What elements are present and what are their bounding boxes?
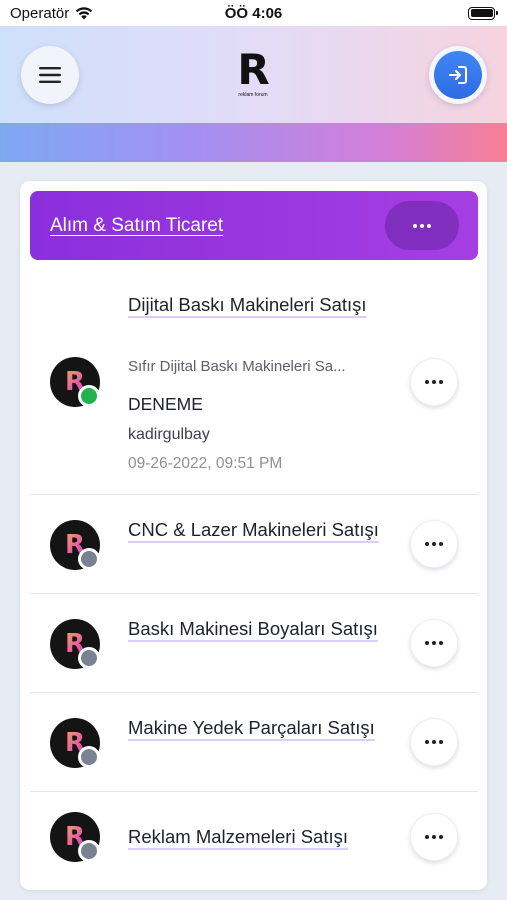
forum-avatar: R bbox=[50, 520, 100, 570]
forum-more-button[interactable] bbox=[410, 813, 458, 861]
wifi-icon bbox=[76, 7, 93, 20]
clock: ÖÖ 4:06 bbox=[224, 4, 283, 22]
forum-description: Sıfır Dijital Baskı Makineleri Sa... bbox=[128, 358, 346, 375]
status-left: Operatör bbox=[10, 5, 93, 22]
logout-button-inner bbox=[434, 51, 482, 99]
forum-avatar: R bbox=[50, 718, 100, 768]
app-header: R reklam forum bbox=[0, 26, 507, 123]
forum-title[interactable]: Makine Yedek Parçaları Satışı bbox=[128, 713, 388, 743]
offline-status-dot bbox=[78, 548, 100, 570]
forum-avatar: R bbox=[50, 357, 100, 407]
logo-subtitle: reklam forum bbox=[238, 92, 268, 98]
forum-category-card: Alım & Satım Ticaret R Dijital Baskı Mak… bbox=[20, 181, 487, 890]
category-header[interactable]: Alım & Satım Ticaret bbox=[30, 191, 478, 260]
ellipsis-icon bbox=[425, 835, 443, 839]
ellipsis-icon bbox=[425, 380, 443, 384]
gradient-banner bbox=[0, 123, 507, 162]
logo-letter: R bbox=[237, 45, 269, 94]
online-status-dot bbox=[78, 385, 100, 407]
forum-row[interactable]: R Makine Yedek Parçaları Satışı bbox=[30, 693, 478, 792]
forum-avatar: R bbox=[50, 619, 100, 669]
forum-title[interactable]: CNC & Lazer Makineleri Satışı bbox=[128, 515, 388, 545]
carrier-label: Operatör bbox=[10, 4, 70, 22]
offline-status-dot bbox=[78, 840, 100, 862]
forum-title[interactable]: Reklam Malzemeleri Satışı bbox=[128, 822, 408, 852]
forum-title[interactable]: Dijital Baskı Makineleri Satışı bbox=[128, 290, 388, 320]
forum-more-button[interactable] bbox=[410, 520, 458, 568]
ellipsis-icon bbox=[425, 740, 443, 744]
last-topic-link[interactable]: DENEME bbox=[128, 394, 203, 415]
logout-button[interactable] bbox=[429, 46, 487, 104]
forum-more-button[interactable] bbox=[410, 358, 458, 406]
offline-status-dot bbox=[78, 647, 100, 669]
offline-status-dot bbox=[78, 746, 100, 768]
category-title[interactable]: Alım & Satım Ticaret bbox=[50, 215, 223, 237]
last-post-user[interactable]: kadirgulbay bbox=[128, 426, 210, 444]
logout-icon bbox=[449, 66, 467, 84]
forum-row[interactable]: R Reklam Malzemeleri Satışı bbox=[30, 792, 478, 884]
menu-button[interactable] bbox=[21, 46, 79, 104]
forum-row[interactable]: R Dijital Baskı Makineleri Satışı Sıfır … bbox=[30, 260, 478, 495]
forum-row[interactable]: R CNC & Lazer Makineleri Satışı bbox=[30, 495, 478, 594]
category-more-button[interactable] bbox=[385, 201, 459, 250]
forum-row[interactable]: R Baskı Makinesi Boyaları Satışı bbox=[30, 594, 478, 693]
ellipsis-icon bbox=[413, 223, 431, 228]
status-bar: Operatör ÖÖ 4:06 bbox=[0, 0, 507, 26]
ellipsis-icon bbox=[425, 542, 443, 546]
app-logo[interactable]: R reklam forum bbox=[232, 45, 274, 100]
ellipsis-icon bbox=[425, 641, 443, 645]
forum-more-button[interactable] bbox=[410, 718, 458, 766]
forum-avatar: R bbox=[50, 812, 100, 862]
forum-more-button[interactable] bbox=[410, 619, 458, 667]
hamburger-menu-icon bbox=[39, 67, 61, 83]
battery-icon bbox=[468, 6, 498, 20]
last-post-date: 09-26-2022, 09:51 PM bbox=[128, 455, 283, 472]
forum-title[interactable]: Baskı Makinesi Boyaları Satışı bbox=[128, 614, 388, 644]
